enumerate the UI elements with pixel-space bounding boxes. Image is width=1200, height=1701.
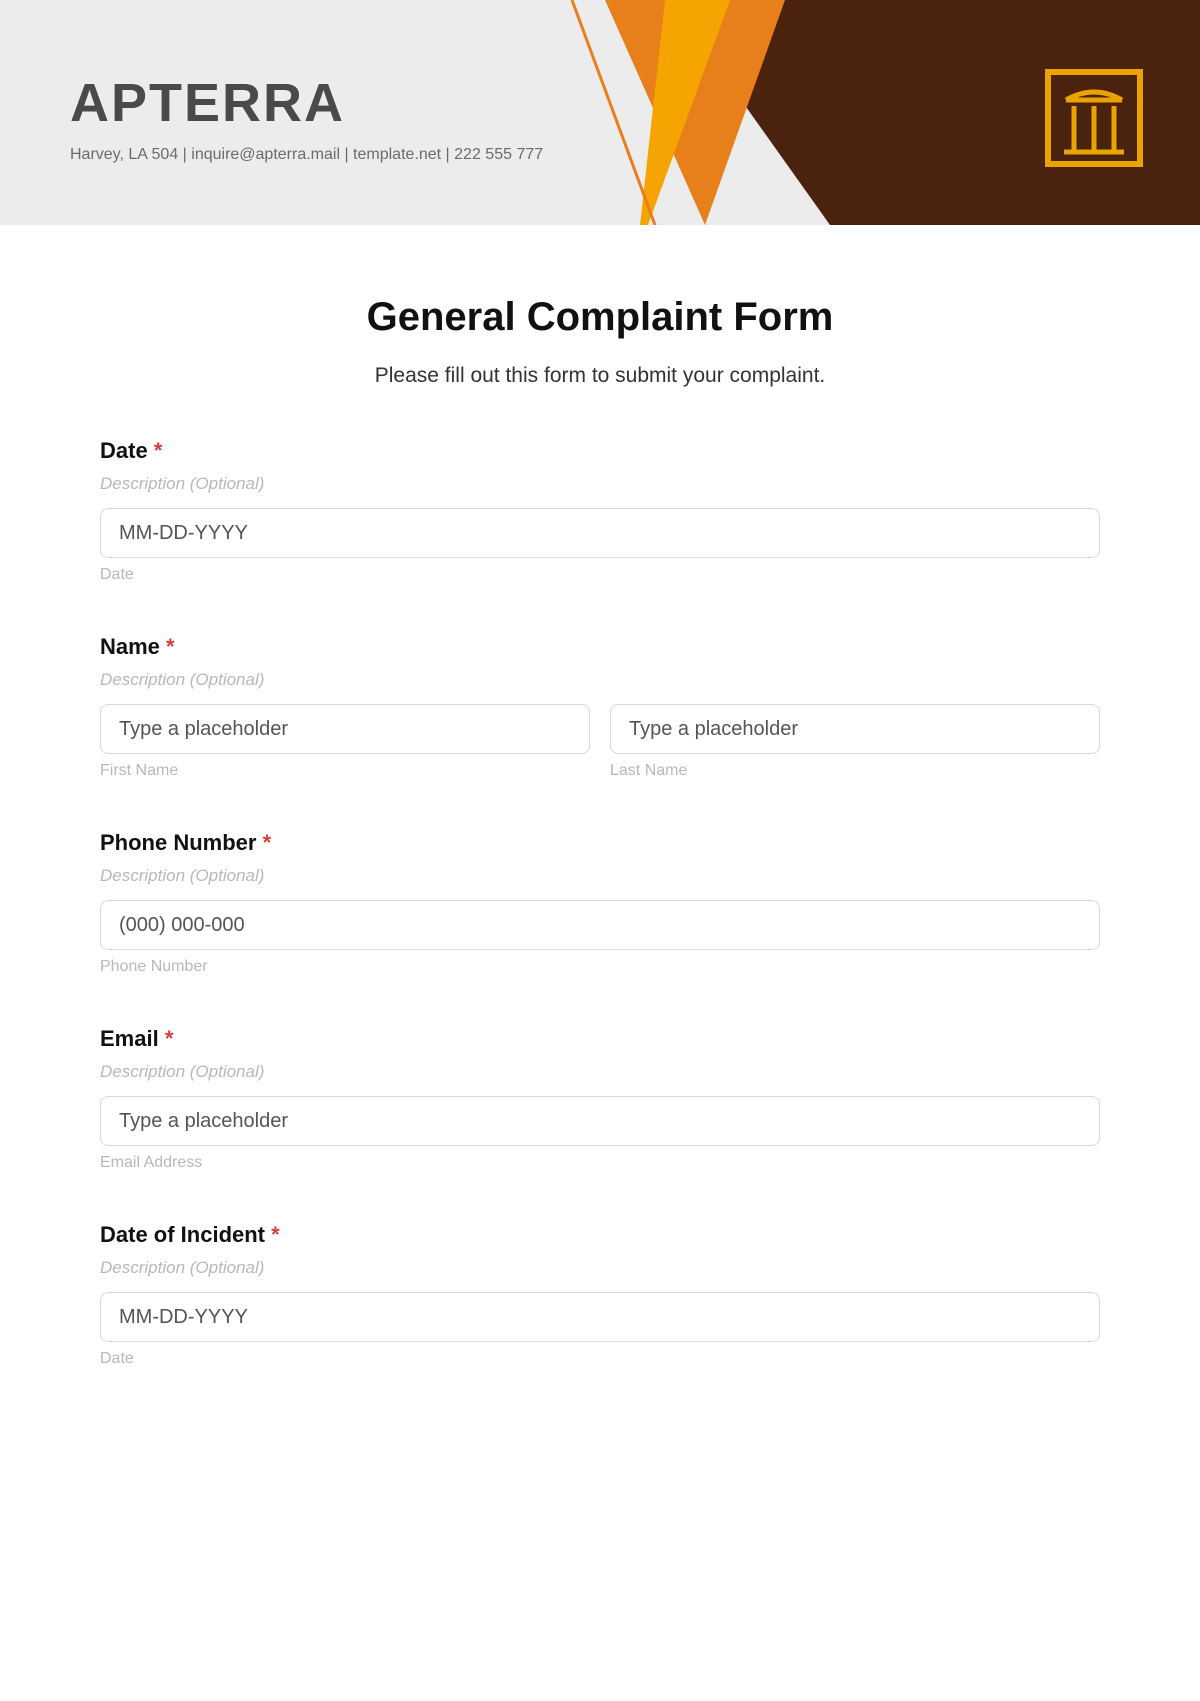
field-sublabel: First Name xyxy=(100,762,590,780)
label-text: Email xyxy=(100,1026,159,1051)
field-email: Email * Description (Optional) Email Add… xyxy=(100,1026,1100,1172)
header-graphic xyxy=(500,0,1200,225)
field-label: Phone Number * xyxy=(100,830,1100,856)
first-name-input[interactable] xyxy=(100,704,590,754)
field-description: Description (Optional) xyxy=(100,866,1100,886)
brand-name: APTERRA xyxy=(70,72,543,134)
label-text: Name xyxy=(100,634,160,659)
field-description: Description (Optional) xyxy=(100,670,1100,690)
incident-date-input[interactable] xyxy=(100,1292,1100,1342)
field-date: Date * Description (Optional) Date xyxy=(100,438,1100,584)
required-mark: * xyxy=(154,438,163,463)
phone-input[interactable] xyxy=(100,900,1100,950)
field-incident-date: Date of Incident * Description (Optional… xyxy=(100,1222,1100,1368)
field-sublabel: Date xyxy=(100,1350,1100,1368)
field-sublabel: Last Name xyxy=(610,762,1100,780)
field-label: Date * xyxy=(100,438,1100,464)
field-label: Date of Incident * xyxy=(100,1222,1100,1248)
field-description: Description (Optional) xyxy=(100,474,1100,494)
field-name: Name * Description (Optional) First Name… xyxy=(100,634,1100,780)
email-input[interactable] xyxy=(100,1096,1100,1146)
form-subtitle: Please fill out this form to submit your… xyxy=(100,364,1100,388)
brand-block: APTERRA Harvey, LA 504 | inquire@apterra… xyxy=(70,72,543,164)
form-container: General Complaint Form Please fill out t… xyxy=(0,225,1200,1418)
label-text: Date of Incident xyxy=(100,1222,265,1247)
field-label: Email * xyxy=(100,1026,1100,1052)
date-input[interactable] xyxy=(100,508,1100,558)
required-mark: * xyxy=(166,634,175,659)
required-mark: * xyxy=(271,1222,280,1247)
last-name-input[interactable] xyxy=(610,704,1100,754)
field-sublabel: Date xyxy=(100,566,1100,584)
brand-contact: Harvey, LA 504 | inquire@apterra.mail | … xyxy=(70,146,543,164)
label-text: Phone Number xyxy=(100,830,256,855)
label-text: Date xyxy=(100,438,148,463)
required-mark: * xyxy=(263,830,272,855)
field-description: Description (Optional) xyxy=(100,1258,1100,1278)
field-description: Description (Optional) xyxy=(100,1062,1100,1082)
field-label: Name * xyxy=(100,634,1100,660)
field-sublabel: Email Address xyxy=(100,1154,1100,1172)
field-sublabel: Phone Number xyxy=(100,958,1100,976)
form-title: General Complaint Form xyxy=(100,295,1100,340)
field-phone: Phone Number * Description (Optional) Ph… xyxy=(100,830,1100,976)
required-mark: * xyxy=(165,1026,174,1051)
page-header: APTERRA Harvey, LA 504 | inquire@apterra… xyxy=(0,0,1200,225)
